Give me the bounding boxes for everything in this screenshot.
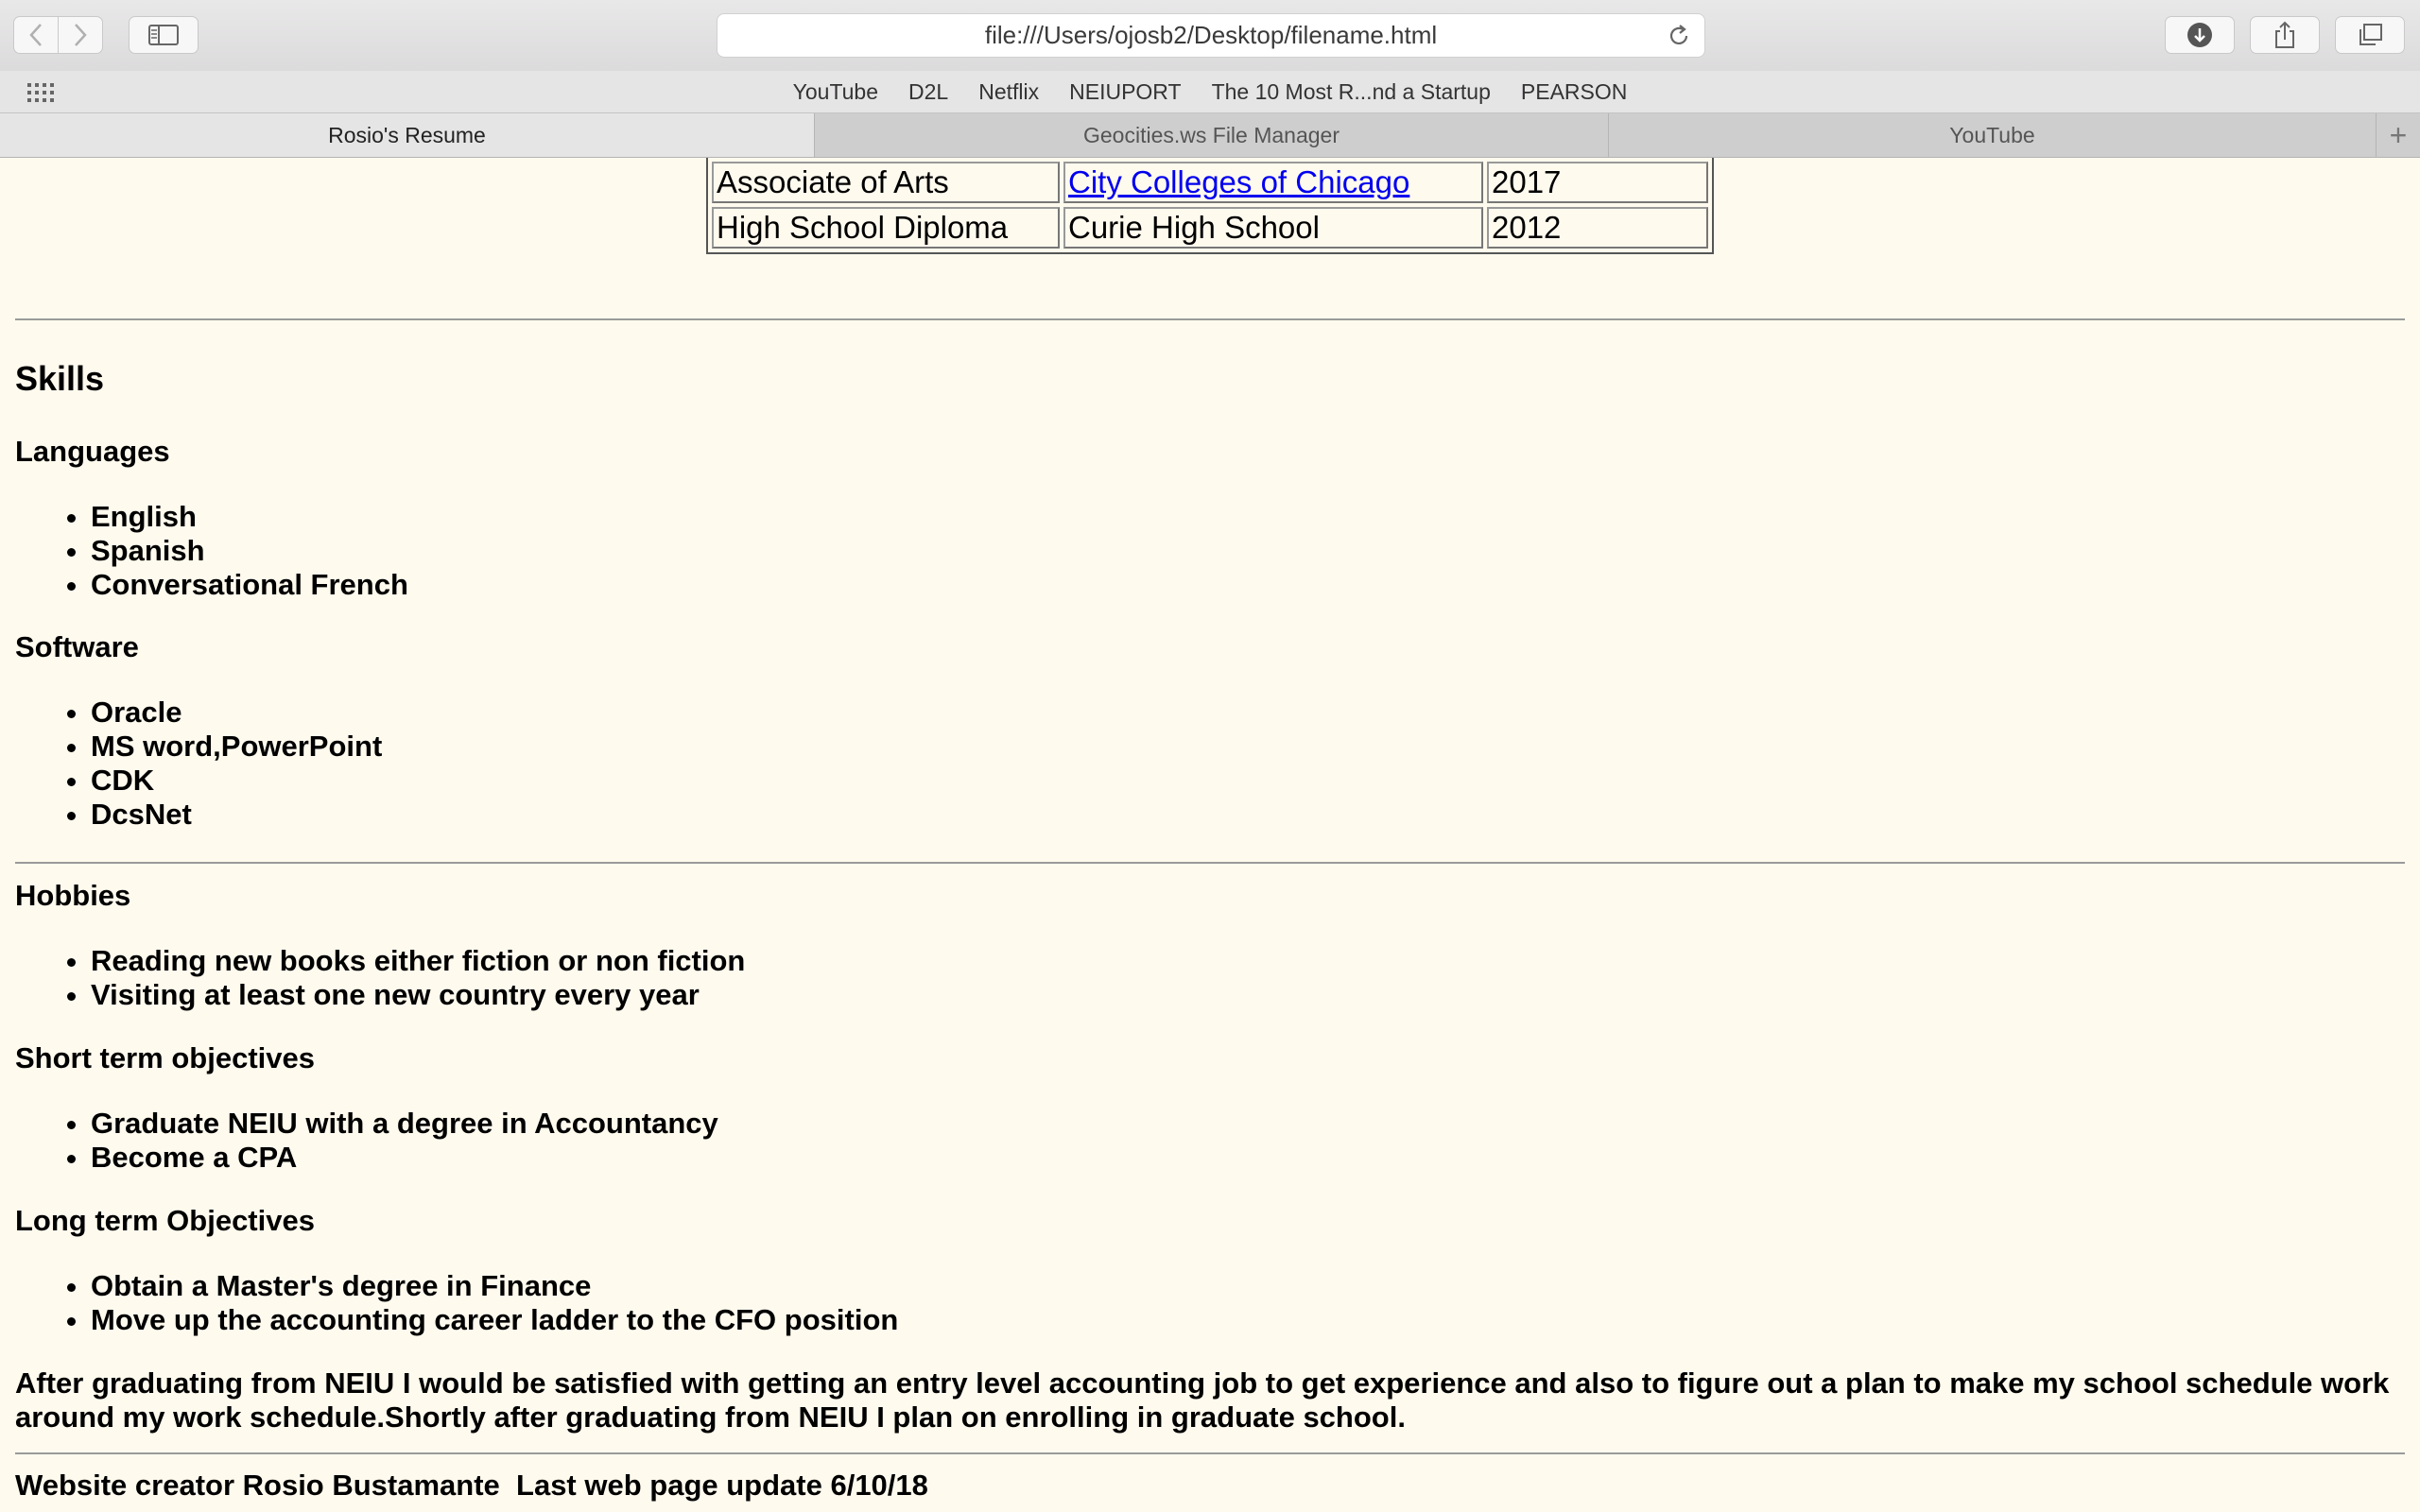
languages-heading: Languages	[15, 435, 170, 468]
sidebar-icon	[148, 25, 179, 45]
back-button[interactable]	[13, 16, 59, 54]
list-item: CDK	[91, 764, 382, 798]
bookmark-startup-article[interactable]: The 10 Most R...nd a Startup	[1212, 79, 1491, 105]
list-item: Become a CPA	[91, 1141, 718, 1175]
tabs-overview-button[interactable]	[2335, 16, 2405, 54]
forward-button[interactable]	[58, 16, 103, 54]
share-icon	[2275, 21, 2294, 48]
bookmark-netflix[interactable]: Netflix	[978, 79, 1039, 105]
list-item: DcsNet	[91, 798, 382, 832]
languages-list: English Spanish Conversational French	[15, 500, 408, 602]
list-item: English	[91, 500, 408, 534]
url-text: file:///Users/ojosb2/Desktop/filename.ht…	[984, 21, 1438, 49]
skills-heading: Skills	[15, 359, 105, 398]
plan-paragraph: After graduating from NEIU I would be sa…	[15, 1366, 2390, 1434]
tab-rosios-resume[interactable]: Rosio's Resume	[0, 113, 815, 157]
sidebar-button[interactable]	[129, 16, 199, 54]
tab-bar: Rosio's Resume Geocities.ws File Manager…	[0, 113, 2420, 158]
downloads-button[interactable]	[2165, 16, 2235, 54]
divider	[15, 862, 2405, 864]
bookmark-d2l[interactable]: D2L	[908, 79, 948, 105]
share-button[interactable]	[2250, 16, 2320, 54]
bookmark-neiuport[interactable]: NEIUPORT	[1069, 79, 1181, 105]
tab-youtube[interactable]: YouTube	[1609, 113, 2377, 157]
list-item: MS word,PowerPoint	[91, 730, 382, 764]
page-content: Associate of Arts City Colleges of Chica…	[0, 158, 2420, 1512]
bookmarks-bar: YouTube D2L Netflix NEIUPORT The 10 Most…	[0, 71, 2420, 113]
school-cell: Curie High School	[1063, 207, 1483, 249]
list-item: Oracle	[91, 696, 382, 730]
download-icon	[2187, 23, 2212, 47]
hobbies-heading: Hobbies	[15, 879, 131, 912]
list-item: Visiting at least one new country every …	[91, 978, 745, 1012]
short-term-list: Graduate NEIU with a degree in Accountan…	[15, 1107, 718, 1175]
hobbies-list: Reading new books either fiction or non …	[15, 944, 745, 1012]
browser-toolbar: file:///Users/ojosb2/Desktop/filename.ht…	[0, 0, 2420, 71]
forward-icon	[75, 24, 87, 46]
software-heading: Software	[15, 630, 139, 663]
school-link[interactable]: City Colleges of Chicago	[1068, 164, 1409, 199]
long-term-heading: Long term Objectives	[15, 1204, 315, 1237]
footer-credit: Website creator Rosio Bustamante Last we…	[15, 1469, 928, 1502]
software-list: Oracle MS word,PowerPoint CDK DcsNet	[15, 696, 382, 832]
school-cell: City Colleges of Chicago	[1063, 162, 1483, 203]
tabs-overview-icon	[2360, 24, 2382, 45]
list-item: Conversational French	[91, 568, 408, 602]
list-item: Obtain a Master's degree in Finance	[91, 1269, 898, 1303]
list-item: Graduate NEIU with a degree in Accountan…	[91, 1107, 718, 1141]
bookmark-pearson[interactable]: PEARSON	[1521, 79, 1627, 105]
degree-cell: High School Diploma	[712, 207, 1060, 249]
short-term-heading: Short term objectives	[15, 1041, 315, 1074]
year-cell: 2017	[1487, 162, 1708, 203]
list-item: Reading new books either fiction or non …	[91, 944, 745, 978]
reload-icon[interactable]	[1667, 24, 1691, 48]
divider	[15, 318, 2405, 320]
table-row: High School Diploma Curie High School 20…	[712, 207, 1708, 249]
long-term-list: Obtain a Master's degree in Finance Move…	[15, 1269, 898, 1337]
degree-cell: Associate of Arts	[712, 162, 1060, 203]
year-cell: 2012	[1487, 207, 1708, 249]
bookmark-youtube[interactable]: YouTube	[793, 79, 878, 105]
address-bar[interactable]: file:///Users/ojosb2/Desktop/filename.ht…	[717, 13, 1705, 58]
table-row: Associate of Arts City Colleges of Chica…	[712, 162, 1708, 203]
new-tab-button[interactable]: +	[2377, 113, 2420, 157]
divider	[15, 1452, 2405, 1454]
tab-file-manager[interactable]: Geocities.ws File Manager	[815, 113, 1609, 157]
list-item: Spanish	[91, 534, 408, 568]
education-table: Associate of Arts City Colleges of Chica…	[706, 158, 1714, 254]
list-item: Move up the accounting career ladder to …	[91, 1303, 898, 1337]
back-icon	[29, 24, 42, 46]
